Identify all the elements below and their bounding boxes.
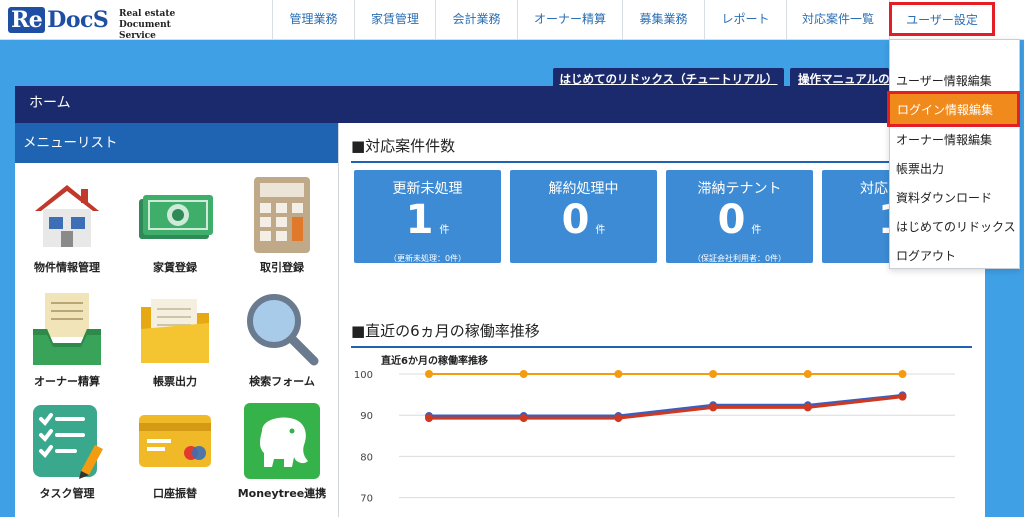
user-settings-dropdown: ユーザー情報編集 オーナー情報編集 帳票出力 資料ダウンロード はじめてのリドッ… bbox=[889, 39, 1020, 269]
main-nav: 管理業務 家賃管理 会計業務 オーナー精算 募集業務 レポート 対応案件一覧 bbox=[272, 0, 890, 39]
y-tick-label-80: 80 bbox=[360, 452, 373, 463]
card-cancellation[interactable]: 解約処理中 0件 bbox=[510, 170, 657, 263]
nav-recruitment[interactable]: 募集業務 bbox=[622, 0, 704, 39]
dropdown-owner-info-edit[interactable]: オーナー情報編集 bbox=[896, 131, 992, 148]
card-delinquent-tenant-unit: 件 bbox=[751, 225, 762, 236]
series-0-point-0 bbox=[425, 370, 433, 378]
card-renewal-pending-note: （更新未処理：0件） bbox=[388, 254, 467, 263]
home-header: ホーム bbox=[15, 86, 985, 123]
logo-subtitle-line2: Document Service bbox=[119, 20, 171, 41]
checklist-icon bbox=[33, 405, 103, 479]
card-cancellation-title: 解約処理中 bbox=[548, 181, 619, 197]
dropdown-form-output[interactable]: 帳票出力 bbox=[896, 160, 944, 177]
folder-icon bbox=[141, 299, 209, 363]
tutorial-tab-label: はじめてのリドックス（チュートリアル） bbox=[559, 72, 778, 86]
redocs-logo[interactable]: Re DocS Real estate Document Service bbox=[8, 6, 198, 41]
series-0-point-2 bbox=[614, 370, 623, 378]
menu-item-task-management[interactable]: タスク管理 bbox=[15, 401, 119, 501]
card-renewal-pending-title: 更新未処理 bbox=[392, 181, 463, 197]
nav-accounting[interactable]: 会計業務 bbox=[435, 0, 517, 39]
menu-item-rent-registration[interactable]: 家賃登録 bbox=[123, 175, 227, 275]
series-2-point-3 bbox=[709, 403, 718, 412]
house-icon bbox=[35, 185, 99, 247]
card-cancellation-number: 0 bbox=[561, 197, 590, 243]
menu-item-moneytree[interactable]: Moneytree連携 bbox=[230, 401, 334, 501]
card-cancellation-count: 0件 bbox=[510, 200, 657, 251]
menu-item-property-label: 物件情報管理 bbox=[34, 261, 100, 274]
card-renewal-pending-count: 1件 bbox=[354, 200, 501, 251]
y-tick-label-90: 90 bbox=[360, 411, 373, 422]
manual-tab-label: 操作マニュアルの bbox=[798, 72, 889, 86]
menu-item-search-form-label: 検索フォーム bbox=[249, 375, 315, 388]
occupancy-title: ■直近の6ヵ月の稼働率推移 bbox=[351, 320, 972, 348]
dropdown-login-info-edit-label: ログイン情報編集 bbox=[897, 103, 994, 117]
series-2-point-0 bbox=[425, 414, 433, 423]
menu-item-moneytree-label: Moneytree連携 bbox=[237, 487, 327, 500]
card-renewal-pending[interactable]: 更新未処理 1件 （更新未処理：0件） bbox=[354, 170, 501, 263]
series-0-point-5 bbox=[898, 370, 907, 378]
menu-list-panel: メニューリスト 物件情報管理 家賃登録 取引登録 オーナー精算 帳票出力 検索フ… bbox=[15, 123, 339, 517]
card-delinquent-tenant-count: 0件 bbox=[666, 200, 813, 251]
card-cancellation-unit: 件 bbox=[595, 225, 606, 236]
credit-card-icon bbox=[139, 415, 211, 467]
logo-docs: DocS bbox=[47, 7, 109, 33]
menu-item-task-management-label: タスク管理 bbox=[39, 487, 95, 500]
menu-item-owner-settlement-label: オーナー精算 bbox=[34, 375, 100, 388]
y-tick-label-100: 100 bbox=[354, 370, 373, 381]
card-delinquent-tenant-note: （保証会社利用者：0件） bbox=[692, 254, 787, 263]
series-2-point-2 bbox=[614, 414, 623, 423]
inbox-tray-icon bbox=[33, 293, 101, 365]
home-title: ホーム bbox=[29, 95, 71, 111]
dropdown-tutorial[interactable]: はじめてのリドックス bbox=[896, 218, 1016, 235]
menu-item-form-output[interactable]: 帳票出力 bbox=[123, 289, 227, 389]
card-delinquent-tenant-number: 0 bbox=[717, 197, 746, 243]
y-tick-label-70: 70 bbox=[360, 494, 373, 505]
nav-report[interactable]: レポート bbox=[704, 0, 786, 39]
series-0-point-1 bbox=[519, 370, 528, 378]
card-renewal-pending-number: 1 bbox=[405, 197, 434, 243]
occupancy-chart: 直近6か月の稼働率推移 100 90 80 70 bbox=[354, 354, 955, 505]
top-navigation-bar: Re DocS Real estate Document Service 管理業務… bbox=[0, 0, 1024, 41]
logo-re: Re bbox=[8, 7, 46, 33]
banknote-icon bbox=[139, 195, 213, 239]
series-2-point-5 bbox=[898, 392, 907, 401]
card-renewal-pending-unit: 件 bbox=[439, 225, 450, 236]
card-delinquent-tenant[interactable]: 滞納テナント 0件 （保証会社利用者：0件） bbox=[666, 170, 813, 263]
series-0-point-4 bbox=[803, 370, 812, 378]
nav-user-settings[interactable]: ユーザー設定 bbox=[889, 2, 995, 36]
card-delinquent-tenant-title: 滞納テナント bbox=[697, 181, 782, 197]
nav-management[interactable]: 管理業務 bbox=[272, 0, 354, 39]
menu-item-owner-settlement[interactable]: オーナー精算 bbox=[15, 289, 119, 389]
menu-item-property[interactable]: 物件情報管理 bbox=[15, 175, 119, 275]
nav-rent[interactable]: 家賃管理 bbox=[354, 0, 435, 39]
dropdown-logout[interactable]: ログアウト bbox=[896, 247, 956, 264]
chart-title: 直近6か月の稼働率推移 bbox=[381, 354, 488, 367]
logo-wordmark: Re DocS bbox=[8, 6, 109, 34]
case-count-title: ■対応案件件数 bbox=[351, 135, 972, 163]
series-0-point-3 bbox=[709, 370, 718, 378]
menu-item-form-output-label: 帳票出力 bbox=[153, 375, 197, 388]
dropdown-document-download[interactable]: 資料ダウンロード bbox=[896, 189, 992, 206]
logo-subtitle-line1: Real estate bbox=[119, 9, 176, 19]
menu-item-account-transfer[interactable]: 口座振替 bbox=[123, 401, 227, 501]
nav-owner-settlement[interactable]: オーナー精算 bbox=[517, 0, 622, 39]
dropdown-user-info-edit[interactable]: ユーザー情報編集 bbox=[896, 72, 992, 89]
menu-item-transaction[interactable]: 取引登録 bbox=[230, 175, 334, 275]
menu-item-account-transfer-label: 口座振替 bbox=[153, 487, 197, 500]
series-2-point-1 bbox=[519, 414, 528, 423]
magnifier-icon bbox=[247, 294, 319, 366]
menu-item-rent-registration-label: 家賃登録 bbox=[153, 261, 197, 274]
calculator-icon bbox=[254, 177, 310, 253]
elephant-icon bbox=[244, 403, 320, 479]
dropdown-login-info-edit[interactable]: ログイン情報編集 bbox=[887, 91, 1020, 127]
nav-cases-list[interactable]: 対応案件一覧 bbox=[786, 0, 890, 39]
menu-list-header: メニューリスト bbox=[15, 123, 338, 163]
logo-subtitle: Real estate Document Service bbox=[119, 9, 198, 42]
menu-item-transaction-label: 取引登録 bbox=[260, 261, 304, 274]
series-2-point-4 bbox=[803, 403, 812, 412]
menu-item-search-form[interactable]: 検索フォーム bbox=[230, 289, 334, 389]
